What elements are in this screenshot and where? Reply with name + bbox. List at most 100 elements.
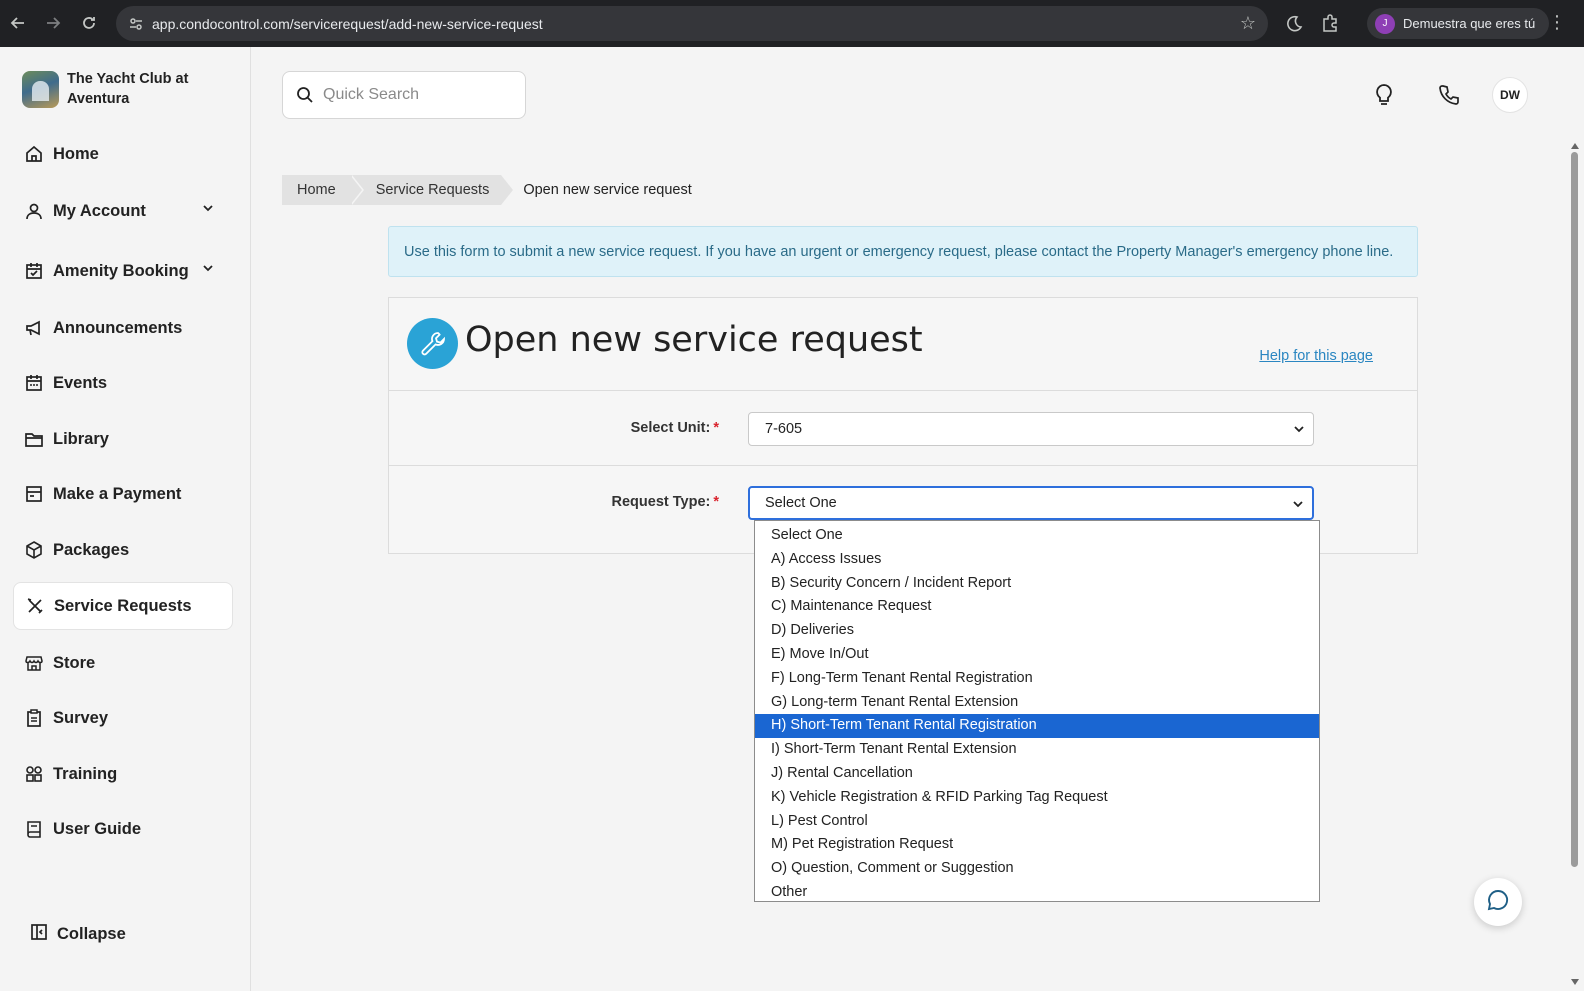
browser-menu-icon[interactable]: ⋮ <box>1548 12 1566 33</box>
brand-name: The Yacht Club at Aventura <box>67 71 189 107</box>
request-type-option[interactable]: F) Long-Term Tenant Rental Registration <box>755 667 1319 691</box>
request-type-option[interactable]: I) Short-Term Tenant Rental Extension <box>755 738 1319 762</box>
scroll-down-icon[interactable] <box>1571 979 1579 985</box>
request-type-option[interactable]: Select One <box>755 524 1319 548</box>
browser-profile-button[interactable]: J Demuestra que eres tú <box>1367 8 1549 39</box>
request-type-option[interactable]: D) Deliveries <box>755 619 1319 643</box>
chevron-down-icon <box>1293 423 1305 439</box>
megaphone-icon <box>24 318 44 338</box>
unit-select[interactable]: 7-605 <box>748 412 1314 446</box>
url-text: app.condocontrol.com/servicerequest/add-… <box>152 15 543 32</box>
browser-toolbar: app.condocontrol.com/servicerequest/add-… <box>0 0 1584 47</box>
collapse-button[interactable]: Collapse <box>30 923 126 946</box>
clipboard-icon <box>24 708 44 728</box>
request-type-select[interactable]: Select One <box>748 486 1314 520</box>
site-info-icon[interactable] <box>126 14 146 34</box>
collapse-label: Collapse <box>57 925 126 943</box>
reload-icon[interactable] <box>71 5 107 41</box>
breadcrumb-service-requests[interactable]: Service Requests <box>349 175 513 205</box>
chevron-down-icon <box>1292 498 1304 514</box>
sidebar-item-label: Announcements <box>53 318 183 337</box>
request-type-option[interactable]: O) Question, Comment or Suggestion <box>755 857 1319 881</box>
breadcrumb-home[interactable]: Home <box>282 175 364 205</box>
sidebar-item-make-a-payment[interactable]: Make a Payment <box>13 470 233 518</box>
request-type-option[interactable]: M) Pet Registration Request <box>755 833 1319 857</box>
sidebar-item-amenity-booking[interactable]: Amenity Booking <box>13 247 233 295</box>
chat-button[interactable] <box>1474 878 1522 926</box>
sidebar-item-label: Amenity Booking <box>53 261 189 280</box>
chat-bubble-icon <box>1486 888 1510 917</box>
request-type-option[interactable]: L) Pest Control <box>755 810 1319 834</box>
page-title: Open new service request <box>465 320 923 360</box>
sidebar-item-training[interactable]: Training <box>13 750 233 798</box>
request-type-option[interactable]: A) Access Issues <box>755 548 1319 572</box>
sidebar-item-store[interactable]: Store <box>13 639 233 687</box>
brand[interactable]: The Yacht Club at Aventura <box>22 69 207 109</box>
sidebar-item-library[interactable]: Library <box>13 415 233 463</box>
payment-icon <box>24 484 44 504</box>
book-icon <box>24 819 44 839</box>
request-type-option[interactable]: B) Security Concern / Incident Report <box>755 572 1319 596</box>
back-icon[interactable] <box>0 5 36 41</box>
breadcrumb-current: Open new service request <box>523 182 692 198</box>
scrollbar-thumb[interactable] <box>1571 152 1578 867</box>
search-input[interactable] <box>323 86 513 104</box>
sidebar-item-service-requests[interactable]: Service Requests <box>13 582 233 630</box>
sidebar-item-label: Service Requests <box>54 596 192 615</box>
sidebar-item-label: Home <box>53 144 99 163</box>
extensions-puzzle-icon[interactable] <box>1313 6 1347 40</box>
request-type-option[interactable]: E) Move In/Out <box>755 643 1319 667</box>
tools-icon <box>25 596 45 616</box>
phone-icon[interactable] <box>1434 80 1464 110</box>
request-type-option[interactable]: Other <box>755 881 1319 905</box>
request-type-option[interactable]: H) Short-Term Tenant Rental Registration <box>755 714 1319 739</box>
form-header: Open new service request Help for this p… <box>389 298 1417 391</box>
wrench-icon <box>407 318 458 369</box>
page-scrollbar[interactable] <box>1566 47 1584 991</box>
user-avatar[interactable]: DW <box>1492 77 1528 113</box>
search-icon <box>295 85 315 105</box>
forward-icon[interactable] <box>35 5 71 41</box>
scroll-up-icon[interactable] <box>1571 143 1579 149</box>
help-link[interactable]: Help for this page <box>1259 348 1373 364</box>
address-bar[interactable]: app.condocontrol.com/servicerequest/add-… <box>116 6 1268 41</box>
people-icon <box>24 764 44 784</box>
sidebar-item-label: Store <box>53 653 96 672</box>
lightbulb-icon[interactable] <box>1369 80 1399 110</box>
sidebar: The Yacht Club at Aventura Home My Accou… <box>0 47 251 991</box>
bookmark-star-icon[interactable]: ☆ <box>1240 13 1256 34</box>
sidebar-item-label: Make a Payment <box>53 484 182 503</box>
store-icon <box>24 653 44 673</box>
dark-mode-extension-icon[interactable] <box>1277 6 1311 40</box>
home-icon <box>24 144 44 164</box>
sidebar-item-my-account[interactable]: My Account <box>13 187 233 235</box>
sidebar-item-home[interactable]: Home <box>13 130 233 178</box>
breadcrumb: Home Service Requests Open new service r… <box>282 175 692 205</box>
sidebar-item-user-guide[interactable]: User Guide <box>13 805 233 853</box>
unit-select-value: 7-605 <box>765 421 803 437</box>
sidebar-item-packages[interactable]: Packages <box>13 526 233 574</box>
sidebar-item-announcements[interactable]: Announcements <box>13 304 233 352</box>
folder-icon <box>24 429 44 449</box>
service-request-form: Open new service request Help for this p… <box>388 297 1418 554</box>
sidebar-item-events[interactable]: Events <box>13 359 233 407</box>
select-unit-label: Select Unit: * <box>630 420 719 436</box>
calendar-check-icon <box>24 261 44 281</box>
sidebar-item-label: Training <box>53 764 118 783</box>
request-type-option[interactable]: C) Maintenance Request <box>755 595 1319 619</box>
request-type-option[interactable]: G) Long-term Tenant Rental Extension <box>755 691 1319 715</box>
package-icon <box>24 540 44 560</box>
sidebar-item-label: Packages <box>53 540 130 559</box>
sidebar-item-survey[interactable]: Survey <box>13 694 233 742</box>
chevron-down-icon[interactable] <box>201 261 215 280</box>
profile-text: Demuestra que eres tú <box>1403 16 1536 31</box>
sidebar-item-label: My Account <box>53 201 146 220</box>
calendar-icon <box>24 373 44 393</box>
request-type-label: Request Type: * <box>611 494 720 510</box>
required-mark: * <box>713 494 719 510</box>
quick-search[interactable] <box>282 71 526 119</box>
request-type-option[interactable]: J) Rental Cancellation <box>755 762 1319 786</box>
chevron-down-icon[interactable] <box>201 201 215 220</box>
user-icon <box>24 201 44 221</box>
request-type-option[interactable]: K) Vehicle Registration & RFID Parking T… <box>755 786 1319 810</box>
